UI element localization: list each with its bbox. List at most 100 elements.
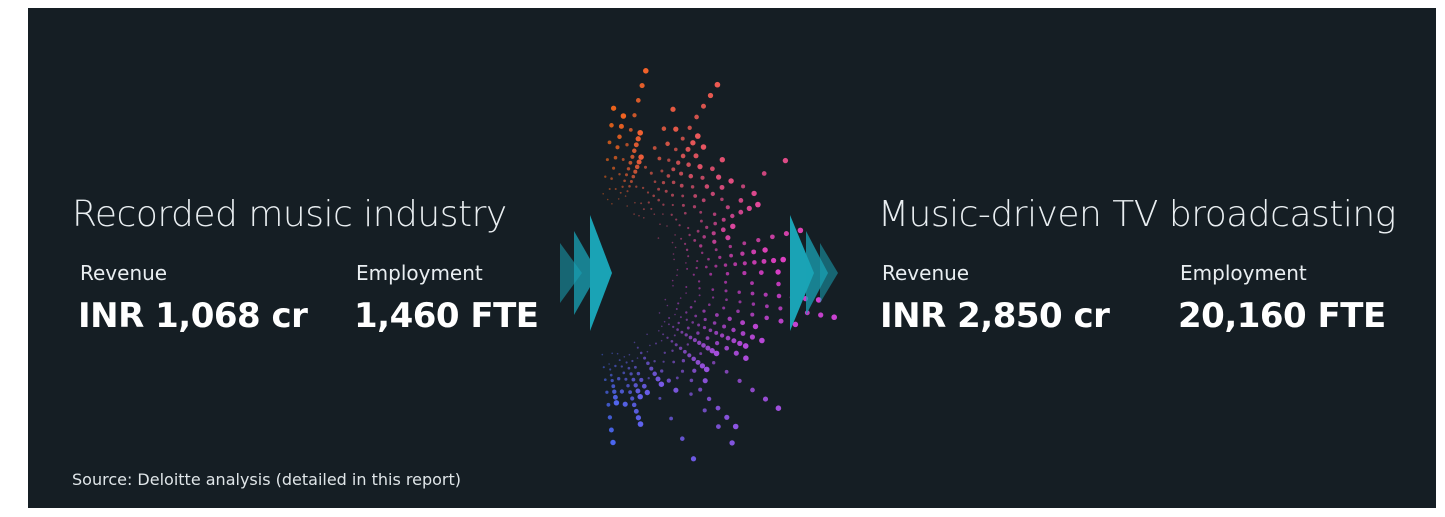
burst-dot	[725, 335, 731, 341]
burst-dot	[750, 291, 755, 296]
burst-dot	[612, 394, 618, 400]
burst-dot	[657, 156, 662, 161]
burst-dot	[610, 105, 617, 111]
burst-dot	[621, 158, 625, 161]
burst-dot	[633, 383, 638, 388]
burst-dot	[695, 359, 701, 365]
burst-dot	[738, 209, 744, 215]
burst-dot	[679, 316, 682, 319]
burst-dot	[738, 198, 744, 203]
burst-dot	[696, 331, 700, 335]
burst-dot	[740, 251, 745, 256]
burst-dot	[778, 318, 784, 324]
burst-dot	[626, 383, 630, 388]
burst-dot	[630, 154, 635, 159]
burst-dot	[725, 298, 728, 302]
right-employment-label: Employment	[1180, 261, 1307, 285]
burst-dot	[631, 402, 637, 408]
burst-dot	[639, 351, 643, 355]
burst-dot	[625, 361, 628, 364]
burst-dot	[633, 213, 635, 215]
burst-dot	[724, 345, 730, 351]
burst-dot	[741, 184, 746, 189]
burst-dot	[610, 177, 613, 180]
burst-dot	[729, 440, 735, 446]
burst-dot	[692, 368, 697, 373]
burst-dot	[680, 153, 686, 159]
burst-dot	[696, 260, 699, 263]
burst-dot	[635, 136, 641, 142]
burst-dot	[646, 191, 650, 194]
burst-dot	[652, 194, 656, 198]
burst-dot	[680, 369, 685, 373]
burst-dot	[671, 180, 676, 185]
burst-dot	[740, 331, 746, 336]
burst-dot	[750, 312, 755, 317]
burst-dot	[689, 392, 693, 396]
burst-dot	[688, 233, 691, 237]
burst-dot	[687, 125, 692, 130]
burst-dot	[677, 321, 680, 325]
burst-dot	[628, 353, 631, 356]
burst-dot	[764, 315, 769, 321]
burst-dot	[615, 145, 620, 150]
burst-dot	[618, 173, 621, 176]
burst-dot	[778, 306, 783, 311]
burst-dot	[733, 350, 739, 356]
burst-dot	[762, 396, 769, 402]
burst-dot	[618, 123, 624, 129]
burst-dot	[662, 213, 664, 215]
burst-dot	[666, 378, 671, 383]
burst-dot	[699, 219, 703, 223]
burst-dot	[641, 383, 647, 389]
burst-dot	[658, 312, 661, 314]
burst-dot	[661, 180, 666, 185]
burst-dot	[690, 140, 696, 146]
burst-dot	[617, 198, 620, 200]
burst-dot	[690, 185, 695, 189]
burst-dot	[635, 415, 642, 421]
left-section-title: Recorded music industry	[72, 194, 507, 235]
burst-dot	[691, 321, 695, 324]
burst-dot	[673, 126, 679, 132]
burst-dot	[623, 356, 626, 358]
burst-dot	[697, 280, 701, 283]
burst-dot	[733, 262, 738, 267]
burst-dot	[629, 179, 633, 184]
burst-dot	[693, 194, 698, 198]
burst-dot	[712, 361, 716, 365]
burst-dot	[685, 311, 688, 314]
burst-dot	[689, 305, 693, 309]
burst-dot	[752, 260, 757, 265]
burst-dot	[694, 314, 698, 318]
burst-dot	[722, 306, 726, 310]
burst-dot	[680, 330, 684, 334]
burst-dot	[676, 274, 678, 277]
burst-dot	[661, 126, 667, 131]
burst-dot	[699, 244, 703, 248]
burst-dot	[658, 396, 662, 400]
burst-dot	[624, 377, 628, 381]
burst-dot	[692, 273, 695, 276]
burst-dot	[724, 280, 728, 284]
burst-dot	[660, 339, 663, 342]
burst-dot	[716, 424, 721, 429]
burst-dot	[643, 68, 649, 74]
burst-dot	[669, 416, 673, 421]
burst-dot	[680, 237, 683, 240]
burst-dot	[602, 366, 605, 369]
burst-dot	[711, 288, 715, 291]
burst-dot	[700, 251, 704, 255]
burst-dot	[729, 253, 733, 258]
burst-dot	[614, 364, 617, 368]
burst-dot	[685, 248, 689, 252]
burst-dot	[742, 343, 749, 349]
burst-dot	[609, 123, 614, 128]
burst-dot	[622, 371, 626, 375]
burst-dot	[642, 208, 645, 211]
left-revenue-label: Revenue	[80, 261, 168, 285]
burst-dot	[720, 197, 724, 202]
burst-dot	[770, 257, 777, 264]
burst-dot	[671, 279, 674, 282]
burst-dot	[721, 217, 726, 222]
